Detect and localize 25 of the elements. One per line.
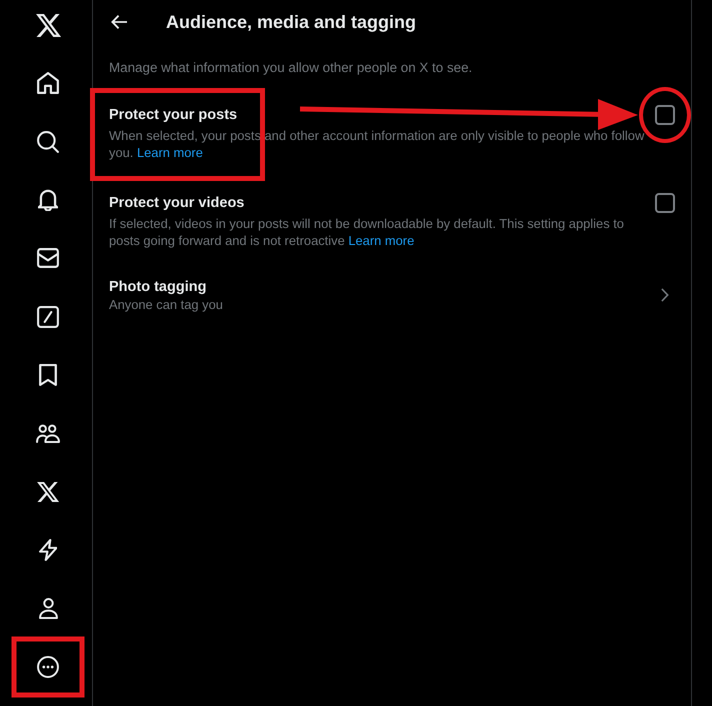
home-icon (37, 72, 59, 94)
lightning-icon (39, 538, 57, 561)
person-icon (38, 598, 58, 619)
slash-square-icon (37, 306, 59, 328)
people-icon (36, 424, 60, 443)
page-title: Audience, media and tagging (166, 11, 416, 34)
learn-more-link[interactable]: Learn more (136, 145, 203, 160)
setting-description: If selected, videos in your posts will not be downloadable by default. This setting applies to posts going forward and is not retroactive Learn more (109, 215, 625, 249)
setting-description: When selected, your posts and other account information are only visible to people who follow you. Learn more (109, 127, 646, 161)
logo-icon (36, 14, 60, 36)
checkbox[interactable] (655, 105, 675, 125)
bell-icon (38, 188, 58, 212)
setting-title: Protect your posts (109, 106, 238, 125)
search-icon (37, 130, 59, 153)
more-icon (37, 656, 59, 678)
x-icon (37, 482, 59, 502)
page-description: Manage what information you allow other people on X to see. (109, 59, 474, 77)
arrow-left-icon (111, 15, 127, 29)
chevron-right-icon (661, 288, 669, 302)
settings-list-item[interactable]: Photo tagging Anyone can tag you (93, 265, 691, 325)
setting-title: Protect your videos (109, 194, 246, 213)
envelope-icon (37, 248, 59, 268)
learn-more-link[interactable]: Learn more (348, 233, 414, 248)
checkbox[interactable] (655, 193, 675, 213)
bookmark-icon (39, 364, 57, 386)
